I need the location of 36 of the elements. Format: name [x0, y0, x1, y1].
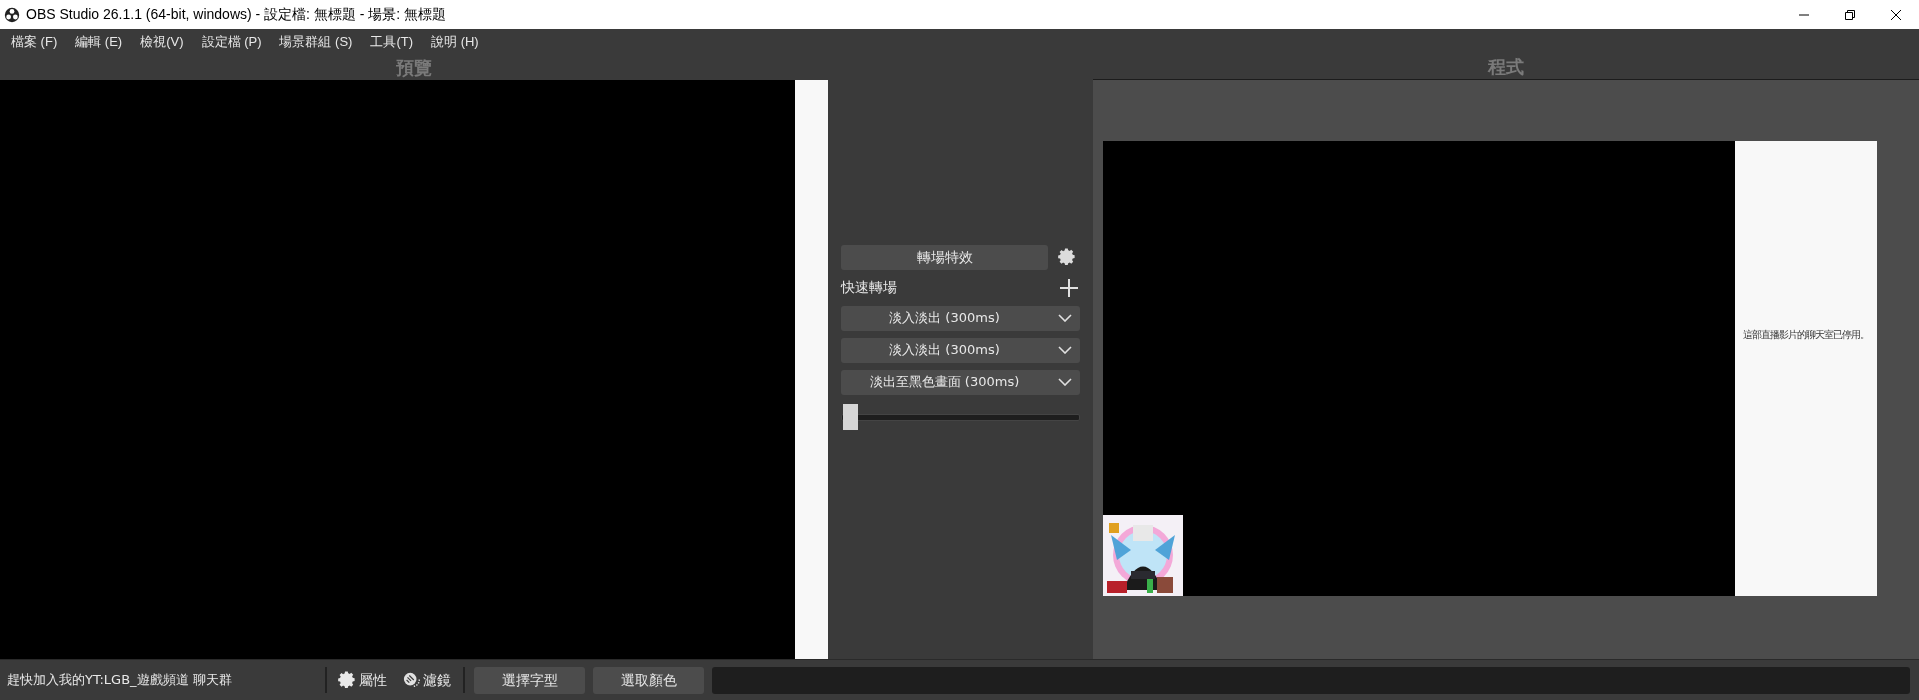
menu-item[interactable]: 場景群組 (S): [271, 32, 361, 52]
transition-dropdown[interactable]: 淡入淡出 (300ms): [841, 337, 1080, 363]
restore-icon: [1845, 9, 1855, 20]
add-icon: [1059, 277, 1079, 298]
menu-item[interactable]: 設定檔 (P): [193, 32, 270, 52]
close-icon: [1891, 9, 1901, 20]
text-field[interactable]: [712, 666, 1910, 694]
chevron-down-icon: [1058, 378, 1072, 386]
filters-button[interactable]: 濾鏡: [403, 669, 451, 691]
preview-label: 預覽: [396, 58, 432, 77]
filter-icon: [403, 671, 421, 689]
chat-disabled-notice: 這部直播影片的聊天室已停用。: [1743, 328, 1869, 342]
menu-item[interactable]: 檔案 (F): [3, 32, 66, 52]
menu-item[interactable]: 說明 (H): [423, 32, 487, 52]
logo-icon: [4, 6, 20, 23]
properties-button[interactable]: 屬性: [337, 669, 387, 691]
menu-item[interactable]: 編輯 (E): [67, 32, 131, 52]
source-name: 趕快加入我的YT:LGB_遊戲頻道 聊天群: [7, 671, 233, 690]
window-title: OBS Studio 26.1.1 (64-bit, windows) - 設定檔: 無標題 - 場景: 無標題: [26, 5, 447, 24]
add-button[interactable]: [1058, 276, 1080, 299]
settings-button[interactable]: [1056, 246, 1078, 268]
toolbar-button[interactable]: 選擇字型: [474, 666, 585, 694]
chevron-down-icon: [1058, 314, 1072, 322]
transition-dropdown[interactable]: 淡出至黑色畫面 (300ms): [841, 369, 1080, 395]
transition-slider[interactable]: [841, 403, 1080, 430]
menu-item[interactable]: 工具(T): [362, 32, 422, 52]
settings-icon: [1057, 247, 1077, 267]
settings-icon: [337, 670, 357, 690]
chevron-down-icon: [1058, 346, 1072, 354]
quick-transitions-label: 快速轉場: [841, 278, 897, 297]
transition-button[interactable]: 轉場特效: [841, 244, 1048, 270]
transition-dropdown[interactable]: 淡入淡出 (300ms): [841, 305, 1080, 331]
slider-handle[interactable]: [843, 403, 858, 430]
menu-item[interactable]: 檢視(V): [132, 32, 192, 52]
toolbar-button[interactable]: 選取顏色: [593, 666, 704, 694]
program-label: 程式: [1488, 58, 1524, 76]
